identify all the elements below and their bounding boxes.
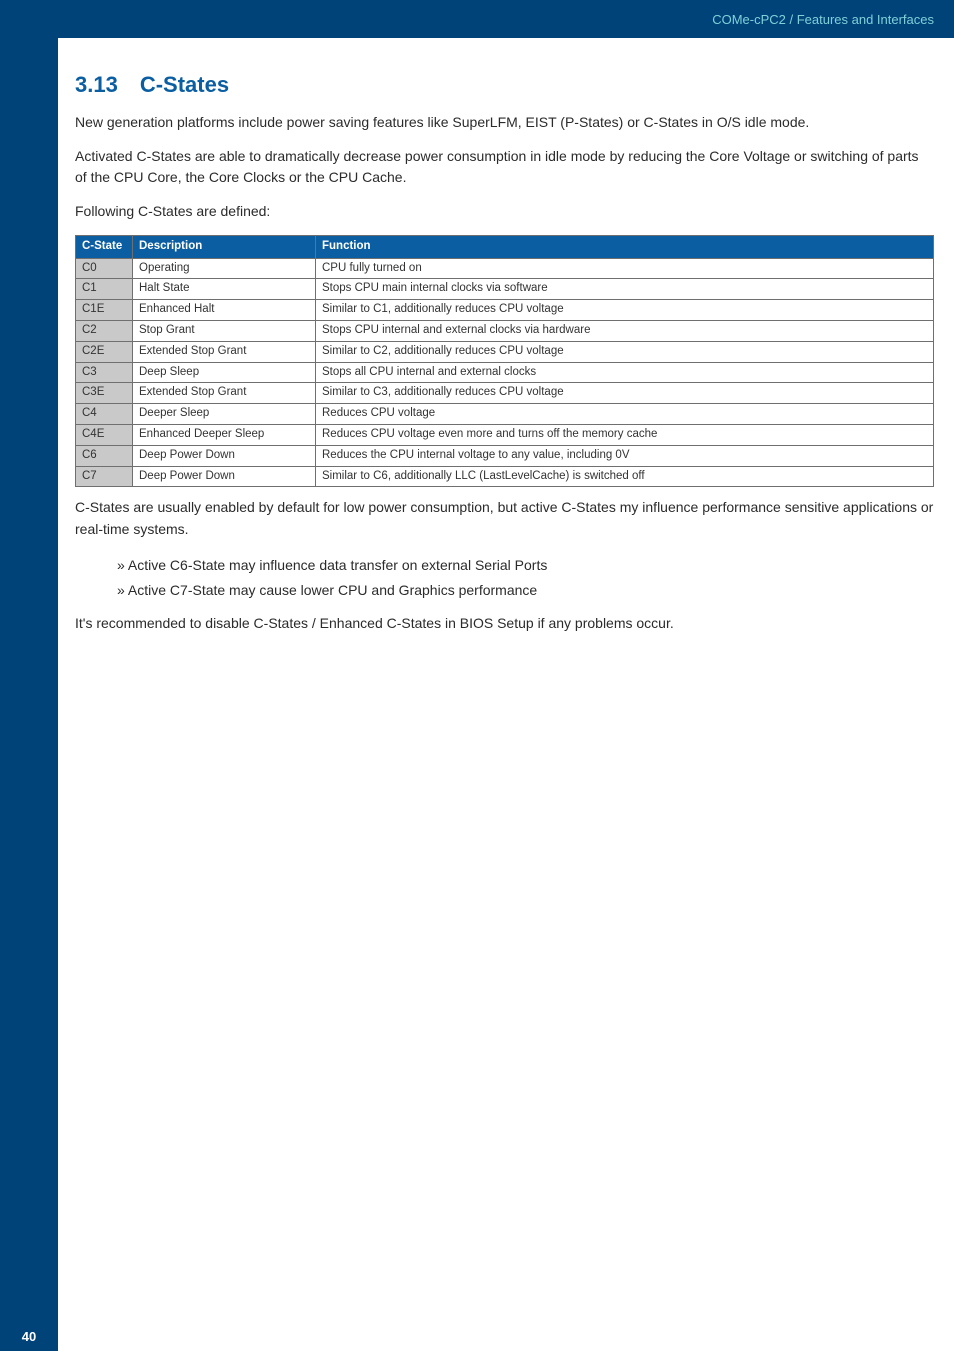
cell-func: Reduces CPU voltage even more and turns …: [316, 424, 934, 445]
section-heading: 3.13 C-States: [75, 72, 934, 98]
cell-desc: Extended Stop Grant: [133, 383, 316, 404]
cell-desc: Deep Power Down: [133, 466, 316, 487]
cell-func: Reduces CPU voltage: [316, 404, 934, 425]
cell-desc: Extended Stop Grant: [133, 341, 316, 362]
cell-desc: Deeper Sleep: [133, 404, 316, 425]
cell-func: Stops CPU internal and external clocks v…: [316, 320, 934, 341]
page-number: 40: [0, 1321, 58, 1351]
table-row: C2 Stop Grant Stops CPU internal and ext…: [76, 320, 934, 341]
cell-state: C4E: [76, 424, 133, 445]
bullet-list: » Active C6-State may influence data tra…: [75, 553, 934, 603]
intro-paragraph-3: Following C-States are defined:: [75, 201, 934, 223]
table-row: C0 Operating CPU fully turned on: [76, 258, 934, 279]
cell-func: Similar to C3, additionally reduces CPU …: [316, 383, 934, 404]
cell-func: Similar to C1, additionally reduces CPU …: [316, 300, 934, 321]
top-header-bar: COMe-cPC2 / Features and Interfaces: [0, 0, 954, 38]
cell-state: C6: [76, 445, 133, 466]
list-item: » Active C7-State may cause lower CPU an…: [75, 578, 934, 603]
table-row: C4E Enhanced Deeper Sleep Reduces CPU vo…: [76, 424, 934, 445]
intro-paragraph-2: Activated C-States are able to dramatica…: [75, 146, 934, 189]
cell-desc: Operating: [133, 258, 316, 279]
table-row: C1 Halt State Stops CPU main internal cl…: [76, 279, 934, 300]
table-header-row: C-State Description Function: [76, 235, 934, 258]
cell-state: C1: [76, 279, 133, 300]
page: COMe-cPC2 / Features and Interfaces 3.13…: [0, 0, 954, 1351]
cell-state: C1E: [76, 300, 133, 321]
table-row: C6 Deep Power Down Reduces the CPU inter…: [76, 445, 934, 466]
cell-state: C0: [76, 258, 133, 279]
cell-state: C2E: [76, 341, 133, 362]
cell-func: Reduces the CPU internal voltage to any …: [316, 445, 934, 466]
cell-desc: Enhanced Deeper Sleep: [133, 424, 316, 445]
col-header-desc: Description: [133, 235, 316, 258]
cell-state: C2: [76, 320, 133, 341]
left-accent-bar: [0, 0, 58, 1351]
list-item: » Active C6-State may influence data tra…: [75, 553, 934, 578]
after-table-paragraph-2: It's recommended to disable C-States / E…: [75, 613, 934, 635]
section-title: C-States: [140, 72, 229, 97]
cell-desc: Halt State: [133, 279, 316, 300]
cell-func: Stops CPU main internal clocks via softw…: [316, 279, 934, 300]
cell-state: C4: [76, 404, 133, 425]
table-row: C4 Deeper Sleep Reduces CPU voltage: [76, 404, 934, 425]
table-row: C2E Extended Stop Grant Similar to C2, a…: [76, 341, 934, 362]
table-row: C1E Enhanced Halt Similar to C1, additio…: [76, 300, 934, 321]
cstates-table: C-State Description Function C0 Operatin…: [75, 235, 934, 488]
cell-desc: Enhanced Halt: [133, 300, 316, 321]
cell-desc: Deep Power Down: [133, 445, 316, 466]
cell-func: Similar to C6, additionally LLC (LastLev…: [316, 466, 934, 487]
cell-state: C7: [76, 466, 133, 487]
section-number: 3.13: [75, 72, 118, 98]
cell-state: C3E: [76, 383, 133, 404]
cell-state: C3: [76, 362, 133, 383]
table-body: C0 Operating CPU fully turned on C1 Halt…: [76, 258, 934, 487]
cell-desc: Stop Grant: [133, 320, 316, 341]
cell-func: CPU fully turned on: [316, 258, 934, 279]
cell-func: Similar to C2, additionally reduces CPU …: [316, 341, 934, 362]
table-row: C7 Deep Power Down Similar to C6, additi…: [76, 466, 934, 487]
intro-paragraph-1: New generation platforms include power s…: [75, 112, 934, 134]
breadcrumb: COMe-cPC2 / Features and Interfaces: [712, 0, 934, 38]
cell-func: Stops all CPU internal and external cloc…: [316, 362, 934, 383]
table-row: C3E Extended Stop Grant Similar to C3, a…: [76, 383, 934, 404]
content-area: 3.13 C-States New generation platforms in…: [75, 72, 934, 647]
col-header-state: C-State: [76, 235, 133, 258]
col-header-func: Function: [316, 235, 934, 258]
after-table-paragraph-1: C-States are usually enabled by default …: [75, 497, 934, 540]
table-row: C3 Deep Sleep Stops all CPU internal and…: [76, 362, 934, 383]
cell-desc: Deep Sleep: [133, 362, 316, 383]
